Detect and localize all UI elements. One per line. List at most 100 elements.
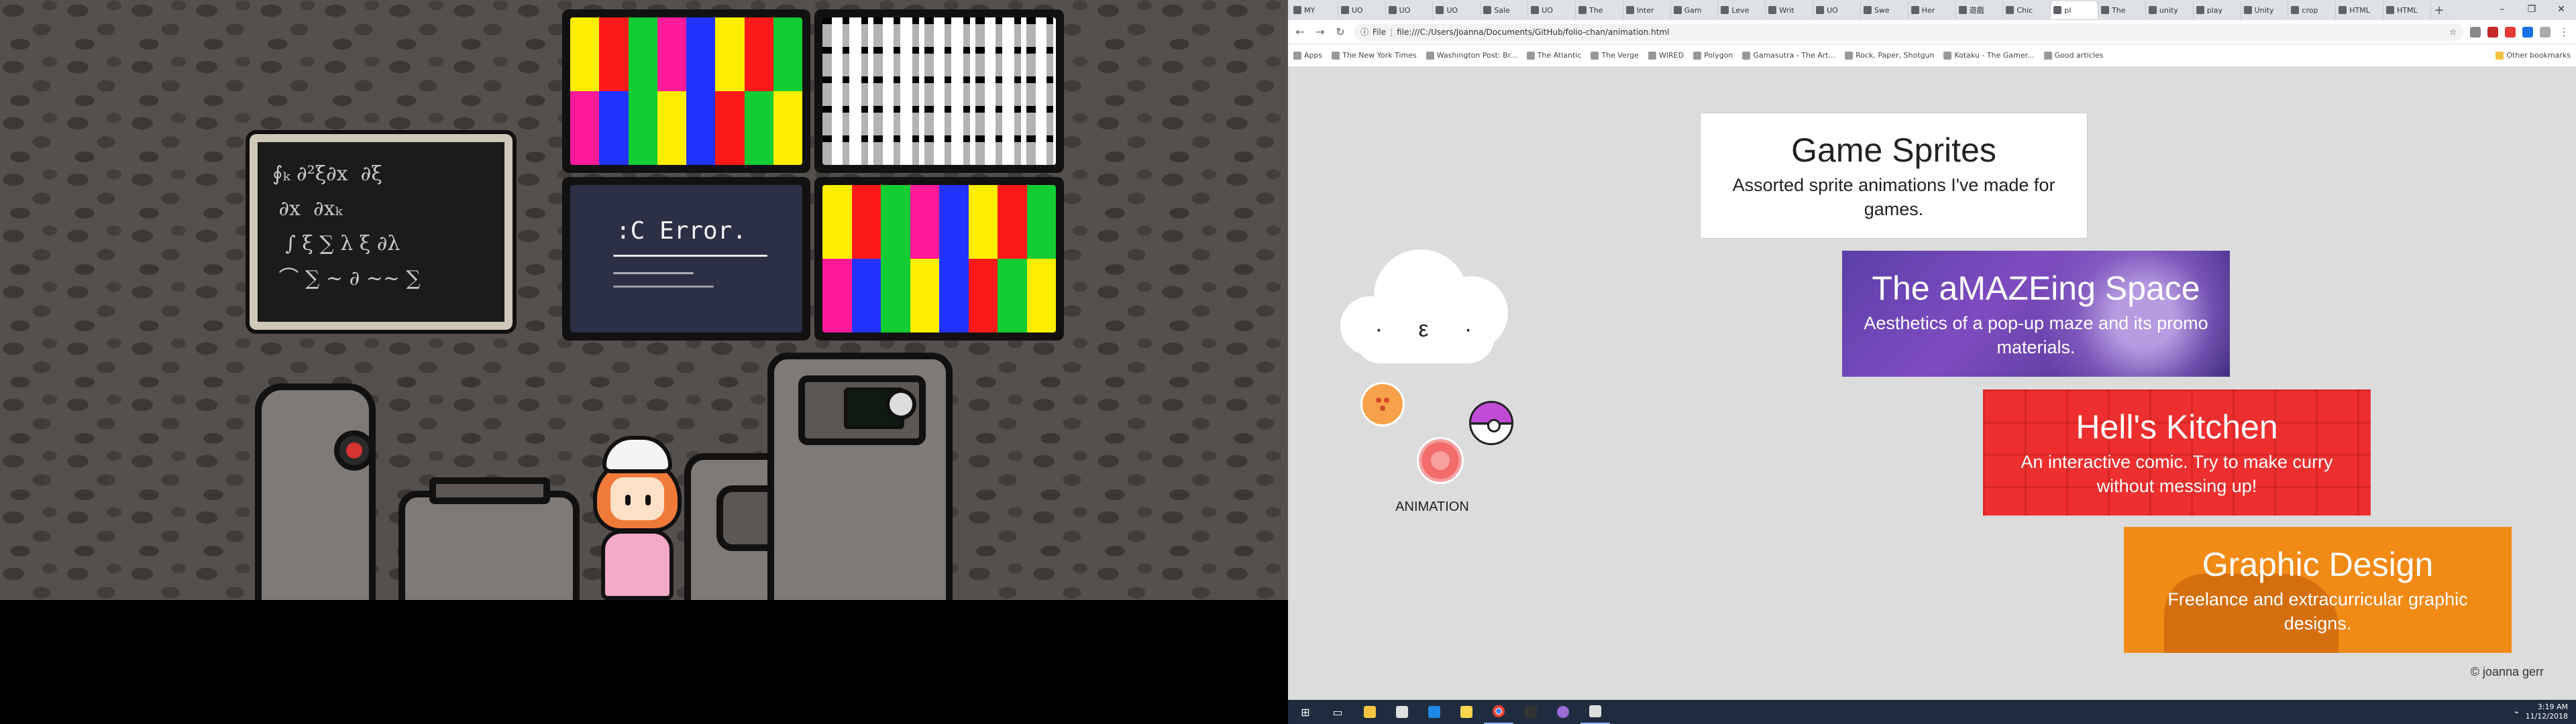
card-hells-kitchen[interactable]: Hell's Kitchen An interactive comic. Try… — [1983, 389, 2371, 516]
browser-tab[interactable]: pl — [2051, 1, 2099, 19]
reload-icon[interactable]: ↻ — [1334, 25, 1347, 38]
browser-tab[interactable]: Swe — [1861, 1, 1909, 19]
minimize-button[interactable]: – — [2487, 0, 2517, 20]
cloud-mascot[interactable]: · ε · — [1340, 249, 1508, 363]
browser-tab[interactable]: UO — [1528, 1, 1576, 19]
translate-icon[interactable] — [2522, 26, 2533, 38]
bookmark-favicon-icon — [1943, 51, 1952, 60]
browser-tab[interactable]: 遊戲 — [1956, 1, 2004, 19]
red-light — [334, 430, 374, 471]
favicon-icon — [1721, 6, 1729, 14]
browser-tab[interactable]: Gam — [1671, 1, 1719, 19]
maximize-button[interactable]: ❐ — [2517, 0, 2546, 20]
address-bar[interactable]: ⓘ File | file:///C:/Users/Joanna/Documen… — [1354, 23, 2463, 41]
section-label: ANIMATION — [1395, 499, 1469, 514]
chrome-icon[interactable] — [1484, 700, 1513, 724]
browser-toolbar: ← → ↻ ⓘ File | file:///C:/Users/Joanna/D… — [1288, 20, 2576, 44]
game-app-icon[interactable] — [1580, 700, 1610, 724]
browser-tab[interactable]: The — [1576, 1, 1623, 19]
file-explorer-icon[interactable] — [1355, 700, 1385, 724]
game-window: :C Error. ∮ₖ ∂²ξ∂x ∂ξ ∂x ∂xₖ ∫ ξ ∑ λ ξ ∂… — [0, 0, 1288, 724]
address-text: file:///C:/Users/Joanna/Documents/GitHub… — [1397, 27, 1670, 37]
tab-label: Inter — [1636, 5, 1654, 15]
sticky-notes-icon[interactable] — [1452, 700, 1481, 724]
address-scheme: File — [1373, 27, 1387, 37]
browser-tab[interactable]: HTML — [2383, 1, 2431, 19]
tab-label: UO — [1827, 5, 1838, 15]
keyboard — [429, 477, 550, 504]
browser-tab[interactable]: crop — [2288, 1, 2337, 19]
app-icon[interactable] — [1548, 700, 1578, 724]
media-icon[interactable] — [1387, 700, 1417, 724]
start-button[interactable]: ⊞ — [1291, 700, 1320, 724]
card-graphic-design[interactable]: Graphic Design Freelance and extracurric… — [2124, 527, 2512, 653]
bookmark-item[interactable]: The Verge — [1591, 51, 1639, 60]
back-icon[interactable]: ← — [1293, 25, 1307, 38]
task-view-icon[interactable]: ▭ — [1323, 700, 1352, 724]
favicon-icon — [2196, 6, 2204, 14]
tab-label: MY — [1304, 5, 1316, 15]
other-bookmarks[interactable]: Other bookmarks — [2496, 51, 2571, 60]
bookmark-item[interactable]: Good articles — [2043, 51, 2103, 60]
visual-studio-icon[interactable] — [1419, 700, 1449, 724]
network-icon[interactable]: ⌁ — [2514, 708, 2519, 717]
browser-tab[interactable]: Writ — [1766, 1, 1814, 19]
bookmark-item[interactable]: Polygon — [1693, 51, 1733, 60]
card-title: Hell's Kitchen — [2076, 408, 2278, 446]
browser-tab[interactable]: The — [2098, 1, 2146, 19]
card-description: An interactive comic. Try to make curry … — [2021, 452, 2333, 496]
forward-icon[interactable]: → — [1313, 25, 1327, 38]
tab-label: play — [2206, 5, 2223, 15]
card-title: Graphic Design — [2202, 546, 2434, 583]
menu-icon[interactable]: ⋮ — [2557, 25, 2571, 38]
browser-tab[interactable]: Her — [1909, 1, 1956, 19]
browser-tab[interactable]: UO — [1386, 1, 1434, 19]
browser-tab[interactable]: Sale — [1481, 1, 1529, 19]
pokeball-icon[interactable] — [1469, 401, 1513, 445]
favicon-icon — [2243, 6, 2252, 14]
browser-tab[interactable]: unity — [2146, 1, 2194, 19]
favicon-icon — [1531, 6, 1540, 14]
bookmark-favicon-icon — [1845, 51, 1854, 60]
youtube-icon[interactable] — [2505, 26, 2516, 38]
flower-icon[interactable] — [1417, 437, 1464, 484]
bookmark-item[interactable]: WIRED — [1648, 51, 1684, 60]
close-button[interactable]: ✕ — [2546, 0, 2576, 20]
info-icon[interactable]: ⓘ — [1360, 26, 1368, 38]
star-icon[interactable]: ☆ — [2449, 27, 2457, 37]
new-tab-button[interactable]: + — [2431, 3, 2447, 17]
browser-tab[interactable]: Leve — [1718, 1, 1766, 19]
clock[interactable]: 3:19 AM 11/12/2018 — [2526, 703, 2568, 721]
browser-tab[interactable]: UO — [1813, 1, 1861, 19]
browser-tab[interactable]: Inter — [1623, 1, 1671, 19]
bookmark-item[interactable]: Kotaku - The Gamer... — [1943, 51, 2035, 60]
bookmark-item[interactable]: Gamasutra - The Art... — [1742, 51, 1835, 60]
extension-icon[interactable] — [2470, 26, 2481, 38]
browser-tab[interactable]: UO — [1433, 1, 1481, 19]
tab-label: UO — [1446, 5, 1458, 15]
favicon-icon — [2339, 6, 2347, 14]
bookmark-item[interactable]: Apps — [1293, 51, 1322, 60]
bookmark-item[interactable]: Rock, Paper, Shotgun — [1845, 51, 1934, 60]
adblock-icon[interactable] — [2487, 26, 2498, 38]
browser-tab[interactable]: MY — [1291, 1, 1338, 19]
bookmark-item[interactable]: The Atlantic — [1526, 51, 1581, 60]
card-amazeing-space[interactable]: The aMAZEing Space Aesthetics of a pop-u… — [1842, 251, 2230, 377]
tab-label: HTML — [2397, 5, 2418, 15]
bookmark-item[interactable]: Washington Post: Br... — [1426, 51, 1517, 60]
card-game-sprites[interactable]: Game Sprites Assorted sprite animations … — [1700, 113, 2088, 239]
extension-icon-2[interactable] — [2540, 26, 2551, 38]
browser-tab[interactable]: UO — [1338, 1, 1386, 19]
orb-icon[interactable] — [1360, 382, 1405, 426]
browser-tab[interactable]: Unity — [2241, 1, 2289, 19]
bookmark-favicon-icon — [1648, 51, 1656, 60]
card-description: Aesthetics of a pop-up maze and its prom… — [1864, 313, 2208, 357]
browser-tab[interactable]: Chic — [2003, 1, 2051, 19]
blackboard: ∮ₖ ∂²ξ∂x ∂ξ ∂x ∂xₖ ∫ ξ ∑ λ ξ ∂λ ⌒ ∑ ~ ∂ … — [246, 130, 517, 334]
bookmark-item[interactable]: The New York Times — [1332, 51, 1417, 60]
tab-strip: MY UO UO UO Sale UO The Inter Gam Leve Writ UO Swe He… — [1288, 0, 2576, 20]
browser-tab[interactable]: HTML — [2336, 1, 2384, 19]
favicon-icon — [2101, 6, 2110, 14]
browser-tab[interactable]: play — [2194, 1, 2241, 19]
terminal-icon[interactable] — [1516, 700, 1546, 724]
